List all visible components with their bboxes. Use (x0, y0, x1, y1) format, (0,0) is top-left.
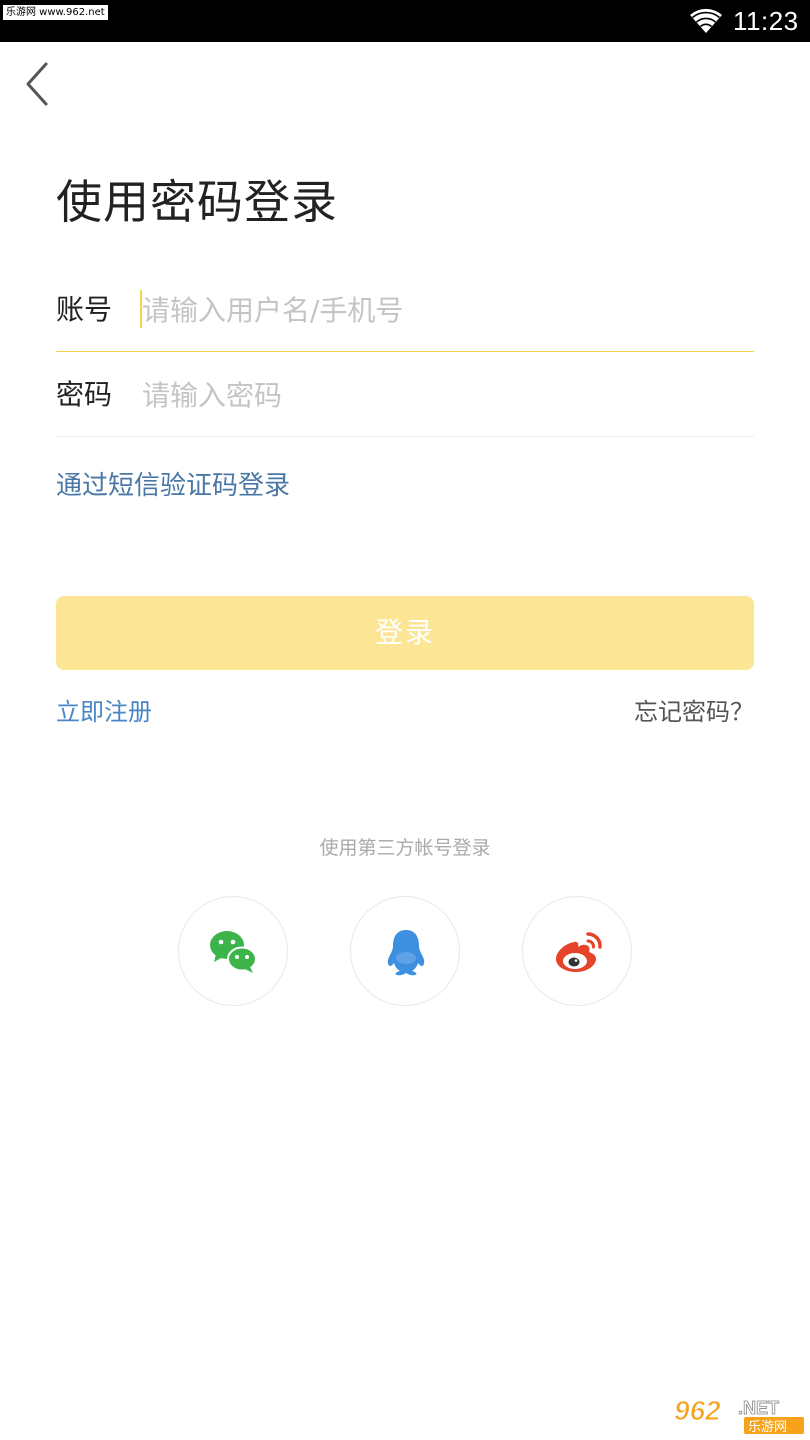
weibo-icon (556, 932, 602, 972)
sms-login-link[interactable]: 通过短信验证码登录 (56, 464, 290, 508)
password-divider (56, 436, 754, 437)
forgot-password-link[interactable]: 忘记密码？ (634, 692, 754, 732)
account-field: 账号 (56, 280, 754, 340)
svg-text:.NET: .NET (738, 1398, 779, 1418)
status-time: 11:23 (733, 6, 799, 36)
account-divider (56, 351, 754, 352)
third-party-label: 使用第三方帐号登录 (319, 837, 491, 859)
account-label: 账号 (56, 293, 113, 326)
status-bar: 乐游网 www.962.net 11:23 (0, 0, 810, 42)
back-button[interactable] (20, 60, 56, 108)
qq-login-button[interactable] (350, 896, 460, 1006)
wechat-login-button[interactable] (178, 896, 288, 1006)
password-input[interactable] (142, 365, 742, 425)
qq-icon (387, 930, 425, 976)
watermark-logo: 962 .NET 乐游网 (674, 1395, 804, 1435)
login-button[interactable]: 登录 (56, 596, 754, 670)
wechat-icon (210, 931, 257, 973)
password-label: 密码 (56, 378, 113, 411)
svg-text:962: 962 (674, 1395, 721, 1426)
page-title: 使用密码登录 (56, 175, 338, 229)
password-field: 密码 (56, 365, 754, 425)
register-link[interactable]: 立即注册 (56, 692, 152, 732)
watermark-text: 乐游网 www.962.net (3, 5, 108, 20)
account-input[interactable] (142, 280, 742, 340)
chevron-left-icon (26, 62, 48, 106)
svg-text:乐游网: 乐游网 (748, 1420, 787, 1435)
wifi-icon (690, 8, 722, 33)
weibo-login-button[interactable] (522, 896, 632, 1006)
